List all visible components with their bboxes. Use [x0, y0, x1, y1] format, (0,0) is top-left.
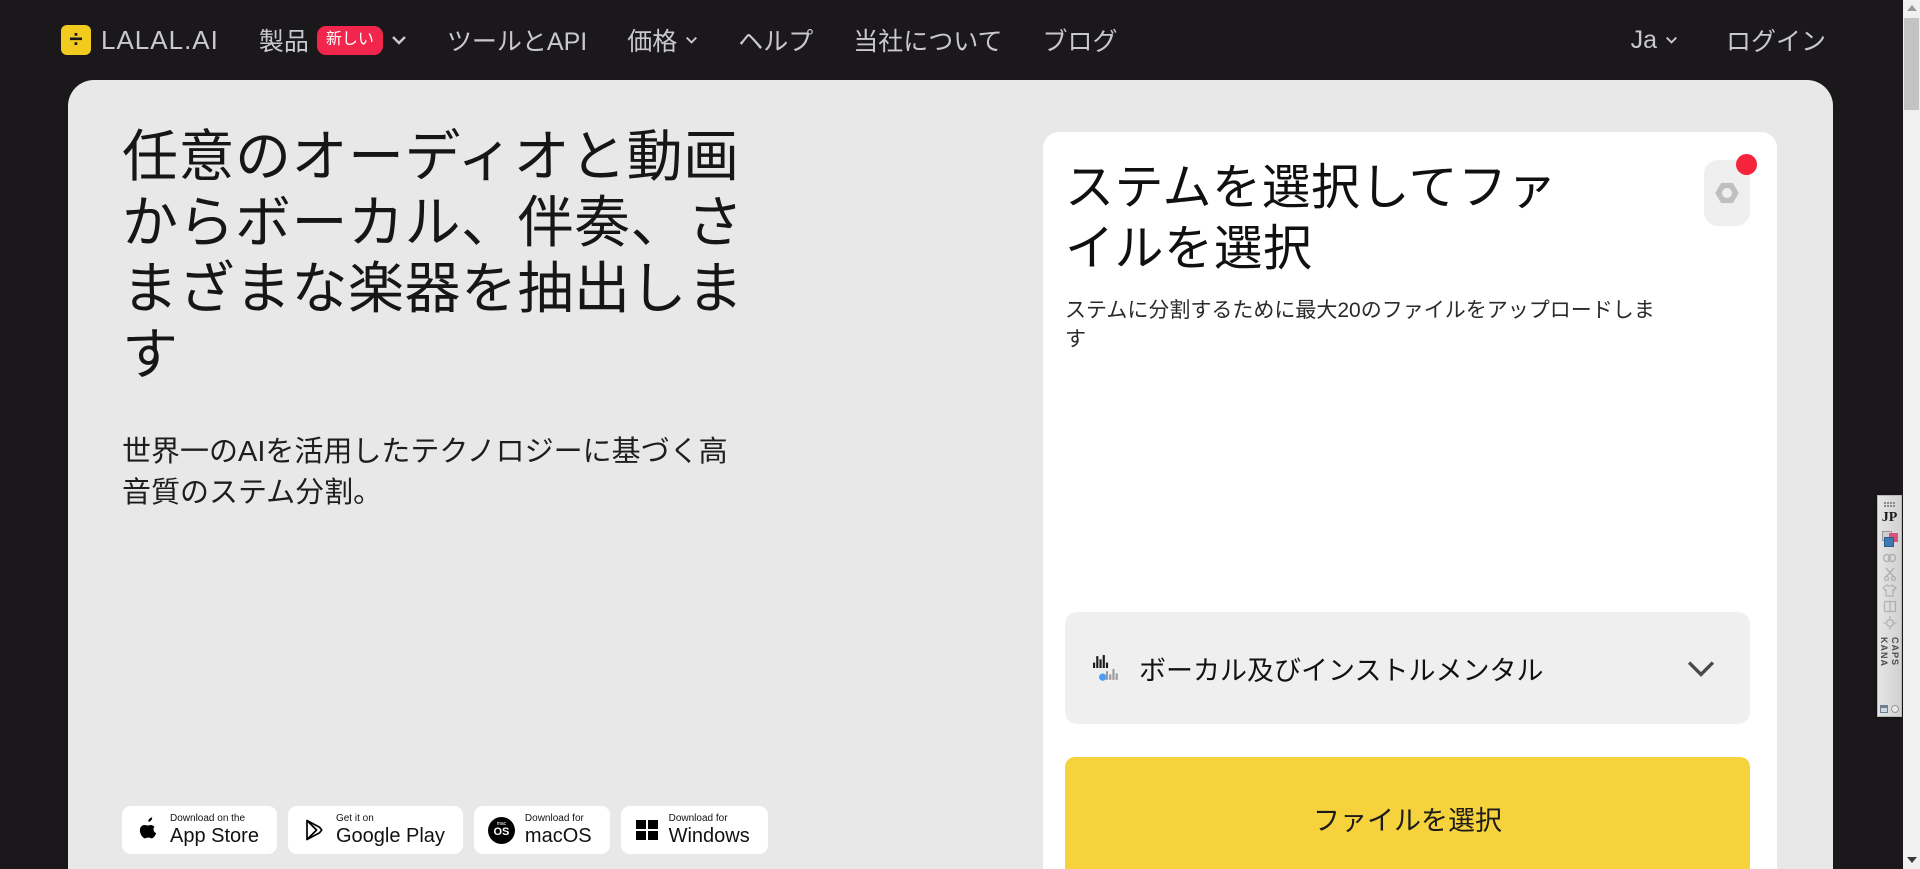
store-badge-text: Get it on Google Play: [336, 813, 445, 847]
store-badge-top: Download on the: [170, 813, 259, 825]
ime-scissors-icon[interactable]: [1883, 567, 1897, 581]
page-scrollbar[interactable]: [1903, 0, 1920, 869]
login-label: ログイン: [1726, 22, 1826, 58]
macos-icon-big-text: OS: [493, 827, 509, 838]
nav-item-label: 当社について: [853, 22, 1002, 58]
nav-item-tools-api[interactable]: ツールとAPI: [447, 22, 587, 58]
stem-selector-label: ボーカル及びインストルメンタル: [1139, 649, 1543, 688]
content-sheet: 任意のオーディオと動画 からボーカル、伴奏、さ まざまな楽器を抽出しま す 世界…: [68, 80, 1833, 869]
notification-dot: [1736, 154, 1757, 175]
ime-language-bar[interactable]: JP KANA CAPS: [1877, 495, 1902, 717]
brand-name: LALAL.AI: [101, 25, 219, 56]
nav-item-blog[interactable]: ブログ: [1042, 22, 1117, 58]
ime-drag-handle[interactable]: [1884, 502, 1886, 504]
nut-settings-icon: [1712, 178, 1742, 208]
ime-kana-button[interactable]: KANA: [1879, 637, 1889, 667]
new-badge: 新しい: [317, 26, 383, 55]
uploader-description: ステムに分割するために最大20のファイルをアップロードしま す: [1065, 296, 1750, 354]
scrollbar-thumb[interactable]: [1904, 18, 1919, 110]
ime-caps-button[interactable]: CAPS: [1890, 637, 1900, 667]
nav-item-label: 価格: [627, 22, 677, 58]
store-badge-top: Download for: [669, 813, 750, 825]
scrollbar-up-arrow[interactable]: [1907, 5, 1917, 11]
nav-item-pricing[interactable]: 価格: [627, 22, 698, 58]
store-badge-bottom: macOS: [525, 825, 592, 847]
nav-item-products[interactable]: 製品 新しい: [259, 22, 407, 58]
google-play-badge[interactable]: Get it on Google Play: [288, 806, 463, 854]
store-badge-text: Download on the App Store: [170, 813, 259, 847]
ime-gear-icon[interactable]: [1883, 616, 1897, 630]
chevron-down-icon: [391, 35, 407, 45]
nav-right: Ja ログイン: [1631, 22, 1826, 58]
nav-item-help[interactable]: ヘルプ: [738, 22, 813, 58]
ime-bottom-controls: [1880, 705, 1899, 713]
chevron-down-icon: [1686, 660, 1716, 677]
stems-waveform-icon: [1093, 654, 1121, 682]
google-play-icon: [302, 817, 326, 843]
scrollbar-down-arrow[interactable]: [1907, 857, 1917, 863]
store-badge-text: Download for macOS: [525, 813, 592, 847]
store-badge-top: Get it on: [336, 813, 445, 825]
windows-icon: [635, 818, 659, 842]
macos-icon: mac OS: [488, 817, 515, 844]
windows-badge[interactable]: Download for Windows: [621, 806, 768, 854]
app-store-badge[interactable]: Download on the App Store: [122, 806, 277, 854]
ime-options-button[interactable]: [1891, 705, 1899, 713]
store-badge-bottom: Google Play: [336, 825, 445, 847]
uploader-title: ステムを選択してファ イルを選択: [1065, 158, 1557, 280]
ime-input-mode-icon[interactable]: [1882, 531, 1898, 547]
uploader-card: ステムを選択してファ イルを選択 ステムに分割するために最大20のファイルをアッ…: [1043, 132, 1777, 869]
macos-badge[interactable]: mac OS Download for macOS: [474, 806, 610, 854]
store-badge-bottom: Windows: [669, 825, 750, 847]
nav-item-label: ツールとAPI: [447, 22, 587, 58]
ime-dictionary-icon[interactable]: [1883, 600, 1897, 613]
store-badge-top: Download for: [525, 813, 592, 825]
ime-rings-icon[interactable]: [1882, 552, 1897, 564]
top-nav: ÷ LALAL.AI 製品 新しい ツールとAPI 価格 ヘルプ 当社について …: [0, 0, 1920, 80]
hero-title: 任意のオーディオと動画 からボーカル、伴奏、さ まざまな楽器を抽出しま す: [122, 124, 782, 388]
ime-shirt-icon[interactable]: [1882, 584, 1897, 597]
brand-logo[interactable]: ÷ LALAL.AI: [61, 25, 219, 56]
ime-language-label[interactable]: JP: [1882, 510, 1898, 526]
store-badges-row: Download on the App Store Get it on Goog…: [122, 806, 768, 854]
upload-settings-button[interactable]: [1704, 160, 1750, 226]
store-badge-text: Download for Windows: [669, 813, 750, 847]
hero-subtitle: 世界一のAIを活用したテクノロジーに基づく高 音質のステム分割。: [122, 432, 782, 514]
language-selector[interactable]: Ja: [1631, 26, 1678, 55]
hero-section: 任意のオーディオと動画 からボーカル、伴奏、さ まざまな楽器を抽出しま す 世界…: [122, 124, 782, 514]
nav-item-label: ヘルプ: [738, 22, 813, 58]
nav-item-label: ブログ: [1042, 22, 1117, 58]
ime-mode-square-blue: [1884, 537, 1894, 547]
nav-item-label: 製品: [259, 22, 309, 58]
login-button[interactable]: ログイン: [1726, 22, 1826, 58]
ime-minimize-button[interactable]: [1880, 705, 1888, 713]
stem-selector-dropdown[interactable]: ボーカル及びインストルメンタル: [1065, 612, 1750, 724]
lalal-logo-icon: ÷: [61, 25, 91, 55]
apple-icon: [136, 816, 160, 844]
nav-item-about[interactable]: 当社について: [853, 22, 1002, 58]
language-label: Ja: [1631, 26, 1657, 55]
store-badge-bottom: App Store: [170, 825, 259, 847]
chevron-down-icon: [685, 36, 698, 44]
ime-caps-kana-buttons: KANA CAPS: [1879, 637, 1900, 667]
chevron-down-icon: [1665, 36, 1678, 44]
choose-files-button[interactable]: ファイルを選択: [1065, 757, 1750, 869]
uploader-header: ステムを選択してファ イルを選択: [1065, 158, 1750, 280]
